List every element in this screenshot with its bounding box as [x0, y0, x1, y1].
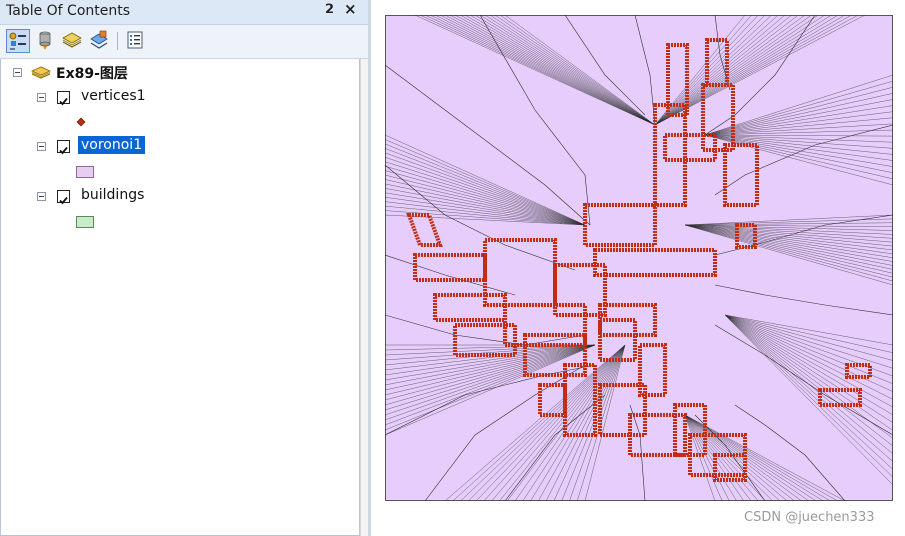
layer-label-selected: voronoi1 — [78, 136, 146, 154]
layer-row-buildings[interactable]: buildings — [1, 187, 351, 207]
list-by-selection-icon — [90, 30, 108, 49]
options-button[interactable] — [124, 29, 148, 53]
toc-toolbar — [0, 25, 368, 59]
list-by-source-icon — [39, 31, 51, 50]
list-by-source-button[interactable] — [34, 29, 58, 53]
layer-collapse-toggle[interactable] — [37, 192, 46, 201]
group-collapse-toggle[interactable] — [13, 68, 22, 77]
layer-group-label: Ex89-图层 — [56, 66, 128, 82]
options-icon — [127, 31, 143, 49]
layer-label: buildings — [81, 187, 145, 203]
polygon-symbol-icon — [76, 166, 94, 178]
list-by-visibility-button[interactable] — [61, 29, 85, 53]
toc-titlebar[interactable]: Table Of Contents 𝟮 × — [0, 0, 368, 25]
pin-icon[interactable]: 𝟮 — [325, 2, 334, 17]
watermark-text: CSDN @juechen333 — [744, 510, 875, 525]
layer-collapse-toggle[interactable] — [37, 93, 46, 102]
layer-visibility-checkbox[interactable] — [57, 91, 70, 106]
toc-title: Table Of Contents — [6, 3, 131, 19]
layer-label: vertices1 — [81, 88, 146, 104]
layer-visibility-checkbox[interactable] — [57, 190, 70, 205]
table-of-contents-panel: Table Of Contents 𝟮 × Ex89-图层 vertices1 … — [0, 0, 368, 536]
toolbar-separator — [117, 32, 118, 50]
layer-group-row[interactable]: Ex89-图层 — [1, 63, 351, 83]
list-by-drawing-order-button[interactable] — [6, 29, 30, 53]
layer-row-voronoi1[interactable]: voronoi1 — [1, 136, 351, 157]
toc-scroll-edge — [360, 59, 368, 536]
list-by-visibility-icon — [62, 32, 82, 48]
layer-collapse-toggle[interactable] — [37, 142, 46, 151]
layer-visibility-checkbox[interactable] — [57, 140, 70, 155]
check-icon — [59, 196, 68, 205]
check-icon — [59, 146, 68, 155]
layer-row-vertices1[interactable]: vertices1 — [1, 88, 351, 108]
map-view[interactable] — [385, 15, 893, 501]
panel-splitter[interactable] — [368, 0, 371, 536]
list-by-selection-button[interactable] — [88, 29, 112, 53]
layers-icon — [31, 66, 51, 79]
point-symbol-icon — [76, 117, 86, 127]
polygon-symbol-icon — [76, 216, 94, 228]
layer-tree: Ex89-图层 vertices1 voronoi1 buildings — [0, 59, 360, 536]
list-by-drawing-order-icon — [9, 32, 26, 50]
check-icon — [59, 97, 68, 106]
close-icon[interactable]: × — [344, 0, 357, 18]
